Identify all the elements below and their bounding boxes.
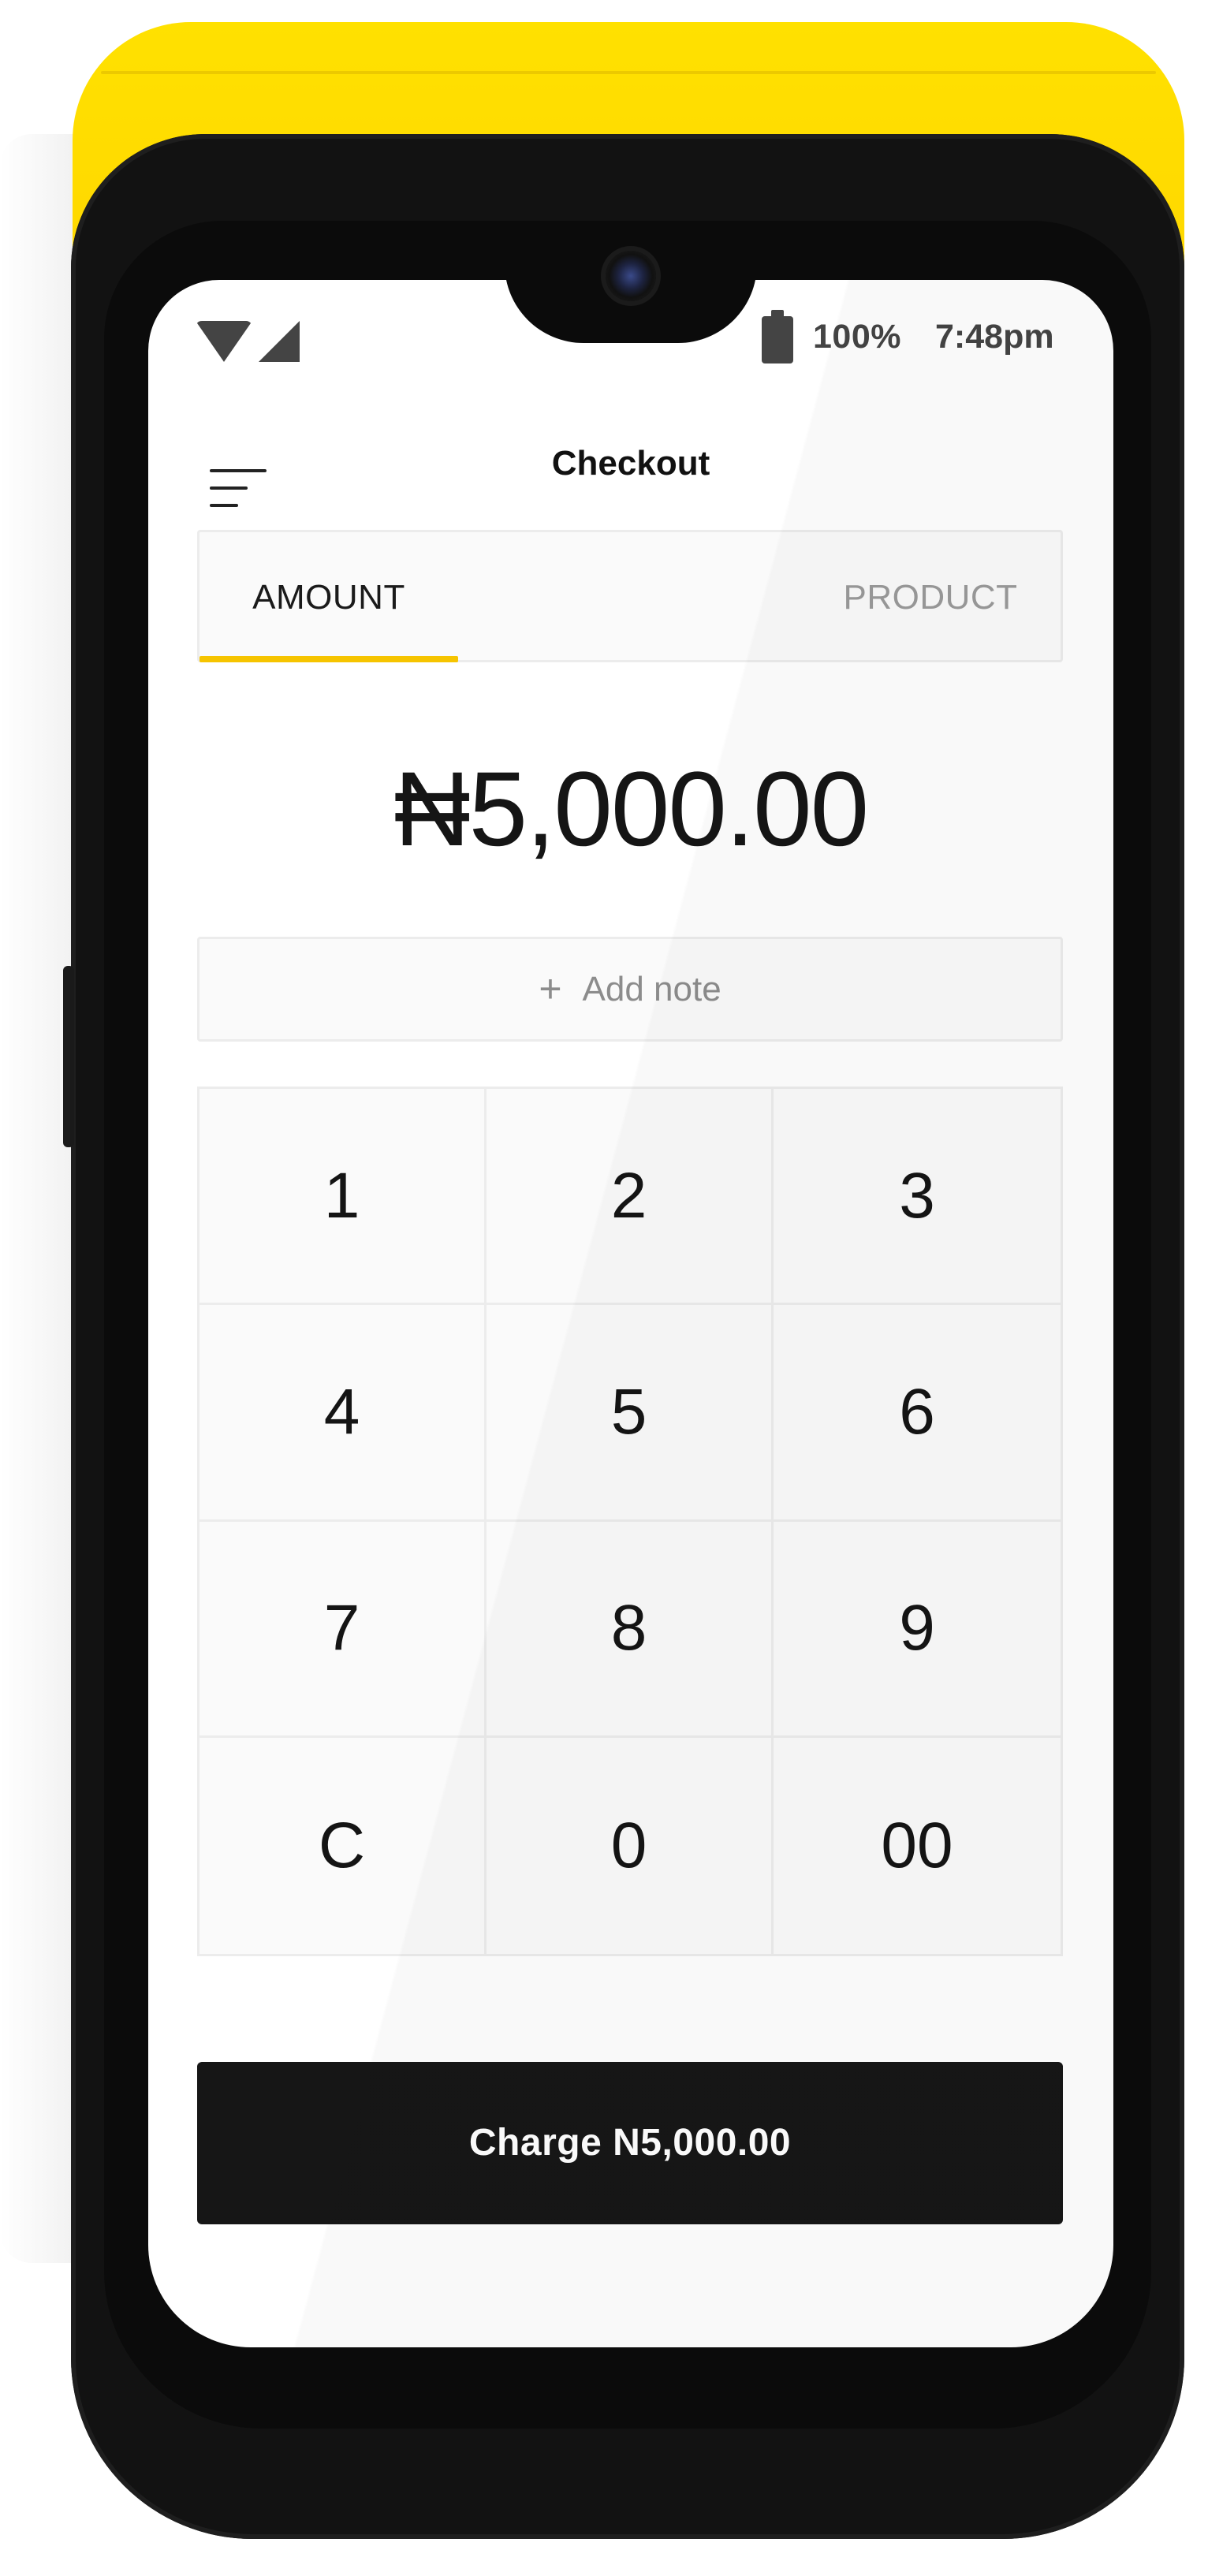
tab-product[interactable]: PRODUCT: [800, 532, 1061, 662]
key-5[interactable]: 5: [487, 1305, 774, 1522]
tab-bar: AMOUNT PRODUCT: [197, 530, 1063, 662]
numeric-keypad: 1 2 3 4 5 6 7 8 9 C 0 00: [197, 1087, 1063, 1956]
side-button: [63, 966, 74, 1147]
screen: 100% 7:48pm Checkout AMOUNT PRODUCT ₦5,0…: [148, 280, 1113, 2347]
page-title: Checkout: [551, 444, 710, 483]
key-0[interactable]: 0: [487, 1737, 774, 1954]
key-9[interactable]: 9: [774, 1521, 1061, 1738]
key-clear[interactable]: C: [199, 1737, 487, 1954]
tab-amount[interactable]: AMOUNT: [199, 532, 458, 662]
amount-display: ₦5,000.00: [393, 751, 869, 868]
key-2[interactable]: 2: [487, 1089, 774, 1306]
status-bar: 100% 7:48pm: [148, 304, 1113, 367]
add-note-label: Add note: [582, 970, 721, 1008]
active-tab-indicator: [199, 656, 458, 662]
key-1[interactable]: 1: [199, 1089, 487, 1306]
status-time: 7:48pm: [935, 318, 1054, 356]
device-mockup: 100% 7:48pm Checkout AMOUNT PRODUCT ₦5,0…: [0, 0, 1208, 2576]
key-4[interactable]: 4: [199, 1305, 487, 1522]
camera-lens: [606, 251, 656, 301]
signal-icon: [259, 321, 300, 362]
key-00[interactable]: 00: [774, 1737, 1061, 1954]
wifi-icon: [196, 321, 252, 362]
battery-percentage: 100%: [813, 318, 901, 356]
plus-icon: +: [539, 967, 562, 1011]
key-3[interactable]: 3: [774, 1089, 1061, 1306]
battery-icon: [762, 310, 793, 363]
key-6[interactable]: 6: [774, 1305, 1061, 1522]
key-7[interactable]: 7: [199, 1521, 487, 1738]
charge-button[interactable]: Charge N5,000.00: [197, 2062, 1063, 2224]
key-8[interactable]: 8: [487, 1521, 774, 1738]
add-note-button[interactable]: + Add note: [197, 937, 1063, 1042]
